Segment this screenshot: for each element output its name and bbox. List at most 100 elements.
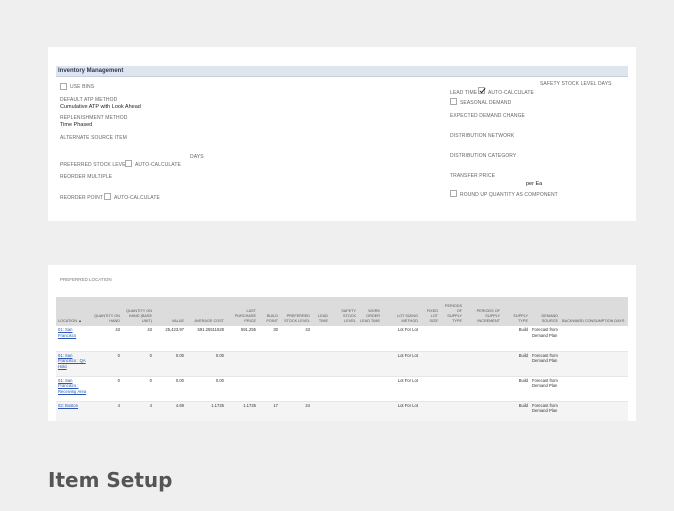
table-cell (358, 326, 382, 352)
default-atp-value[interactable]: Cumulative ATP with Look Ahead (60, 104, 141, 111)
table-cell: Build (502, 351, 530, 377)
table-row: 01: San Francisco : Receiving Area 0 0 0… (56, 376, 628, 402)
table-cell (420, 351, 440, 377)
table-cell: 0.00 (154, 351, 186, 377)
location-link[interactable]: 01: San Francisco (58, 327, 76, 338)
round-up-quantity-label: ROUND UP QUANTITY AS COMPONENT (460, 192, 558, 198)
lead-time-auto-calc-label: AUTO-CALCULATE (488, 90, 534, 96)
table-cell: 17 (258, 401, 280, 421)
table-cell: Lot For Lot (382, 401, 420, 421)
table-cell (226, 376, 258, 402)
preferred-location-title: PREFERRED LOCATION (60, 277, 112, 282)
preferred-stock-auto-calc-checkbox[interactable] (125, 160, 132, 167)
days-label: DAYS (190, 154, 204, 160)
table-cell (358, 351, 382, 377)
table-cell (258, 351, 280, 377)
column-header[interactable]: QUANTITY ON HAND (92, 297, 122, 326)
table-cell: 0 (122, 351, 154, 377)
column-header[interactable]: PERIODS OF SUPPLY TYPE (440, 297, 464, 326)
table-cell: 0.00 (154, 376, 186, 402)
distribution-network-label: DISTRIBUTION NETWORK (450, 133, 515, 139)
table-cell (440, 376, 464, 402)
table-cell: 591.255 (226, 326, 258, 352)
location-link[interactable]: 02: Boston (58, 403, 78, 408)
column-header[interactable]: BACKWARD CONSUMPTION DAYS (560, 297, 628, 326)
column-header[interactable]: LOT SIZING METHOD (382, 297, 420, 326)
table-cell (280, 376, 312, 402)
seasonal-demand-checkbox[interactable] (450, 98, 457, 105)
location-link[interactable]: 01: San Francisco : QA Hold (58, 353, 86, 369)
column-header[interactable]: AVERAGE COST (186, 297, 226, 326)
table-cell (330, 401, 358, 421)
table-cell (464, 326, 502, 352)
table-cell: 1.1725 (186, 401, 226, 421)
table-cell (358, 401, 382, 421)
table-cell (464, 351, 502, 377)
column-header[interactable]: BUILD POINT (258, 297, 280, 326)
table-cell (464, 401, 502, 421)
table-cell: 0.00 (186, 351, 226, 377)
table-cell (330, 326, 358, 352)
table-cell: Lot For Lot (382, 351, 420, 377)
table-cell: 591.25511628 (186, 326, 226, 352)
lead-time-auto-calc-checkbox[interactable] (478, 87, 485, 94)
transfer-price-unit: per Ea (526, 181, 543, 187)
table-cell (560, 401, 628, 421)
table-cell: 0 (92, 376, 122, 402)
column-header[interactable]: LOCATION ▲ (56, 297, 92, 326)
table-cell: Build (502, 326, 530, 352)
reorder-multiple-label: REORDER MULTIPLE (60, 174, 113, 180)
table-cell (440, 401, 464, 421)
reorder-point-auto-calc-checkbox[interactable] (104, 193, 111, 200)
column-header[interactable]: VALUE (154, 297, 186, 326)
location-link[interactable]: 01: San Francisco : Receiving Area (58, 378, 86, 394)
page-caption: Item Setup (48, 468, 173, 492)
use-bins-label: USE BINS (70, 84, 95, 90)
column-header[interactable]: SAFETY STOCK LEVEL (330, 297, 358, 326)
table-cell (312, 351, 330, 377)
table-cell: 0.00 (186, 376, 226, 402)
column-header[interactable]: QUANTITY ON HAND (BASE UNIT) (122, 297, 154, 326)
table-cell: 43 (280, 326, 312, 352)
table-cell: Build (502, 401, 530, 421)
reorder-point-auto-calc-label: AUTO-CALCULATE (114, 195, 160, 201)
table-cell: 43 (92, 326, 122, 352)
replenishment-method-value[interactable]: Time Phased (60, 122, 92, 129)
table-cell (312, 401, 330, 421)
round-up-quantity-checkbox[interactable] (450, 190, 457, 197)
table-cell: Lot For Lot (382, 376, 420, 402)
lead-time-label: LEAD TIME (450, 90, 478, 96)
preferred-stock-level-label: PREFERRED STOCK LEVEL (60, 162, 129, 168)
column-header[interactable]: PERIODS OF SUPPLY INCREMENT (464, 297, 502, 326)
preferred-stock-auto-calc-label: AUTO-CALCULATE (135, 162, 181, 168)
table-cell (440, 351, 464, 377)
column-header[interactable]: LAST PURCHASE PRICE (226, 297, 258, 326)
table-row: 01: San Francisco : QA Hold 0 0 0.00 0.0… (56, 351, 628, 377)
column-header[interactable]: FIXED LOT SIZE (420, 297, 440, 326)
table-row: 01: San Francisco 43 43 25,423.97 591.25… (56, 326, 628, 352)
inventory-management-card: Inventory Management USE BINS DEFAULT AT… (48, 47, 636, 221)
table-cell (560, 376, 628, 402)
table-cell: 1.1725 (226, 401, 258, 421)
column-header[interactable]: WORK ORDER LEAD TIME (358, 297, 382, 326)
default-atp-label: DEFAULT ATP METHOD (60, 97, 118, 103)
safety-stock-days-label: SAFETY STOCK LEVEL DAYS (540, 81, 612, 87)
table-cell (420, 376, 440, 402)
panel-title: Inventory Management (58, 68, 124, 74)
use-bins-checkbox[interactable] (60, 83, 67, 90)
expected-demand-change-label: EXPECTED DEMAND CHANGE (450, 113, 525, 119)
alternate-source-item-label: ALTERNATE SOURCE ITEM (60, 135, 127, 141)
column-header[interactable]: DEMAND SOURCE (530, 297, 560, 326)
table-cell (280, 351, 312, 377)
column-header[interactable]: SUPPLY TYPE (502, 297, 530, 326)
reorder-point-label: REORDER POINT (60, 195, 103, 201)
table-cell (330, 351, 358, 377)
table-cell (312, 376, 330, 402)
column-header[interactable]: LEAD TIME (312, 297, 330, 326)
table-cell (464, 376, 502, 402)
table-cell: 4.69 (154, 401, 186, 421)
table-cell (420, 326, 440, 352)
table-row: 02: Boston 4 4 4.69 1.1725 1.1725 17 24 … (56, 401, 628, 421)
column-header[interactable]: PREFERRED STOCK LEVEL (280, 297, 312, 326)
table-cell: Forecast from Demand Plan (530, 376, 560, 402)
